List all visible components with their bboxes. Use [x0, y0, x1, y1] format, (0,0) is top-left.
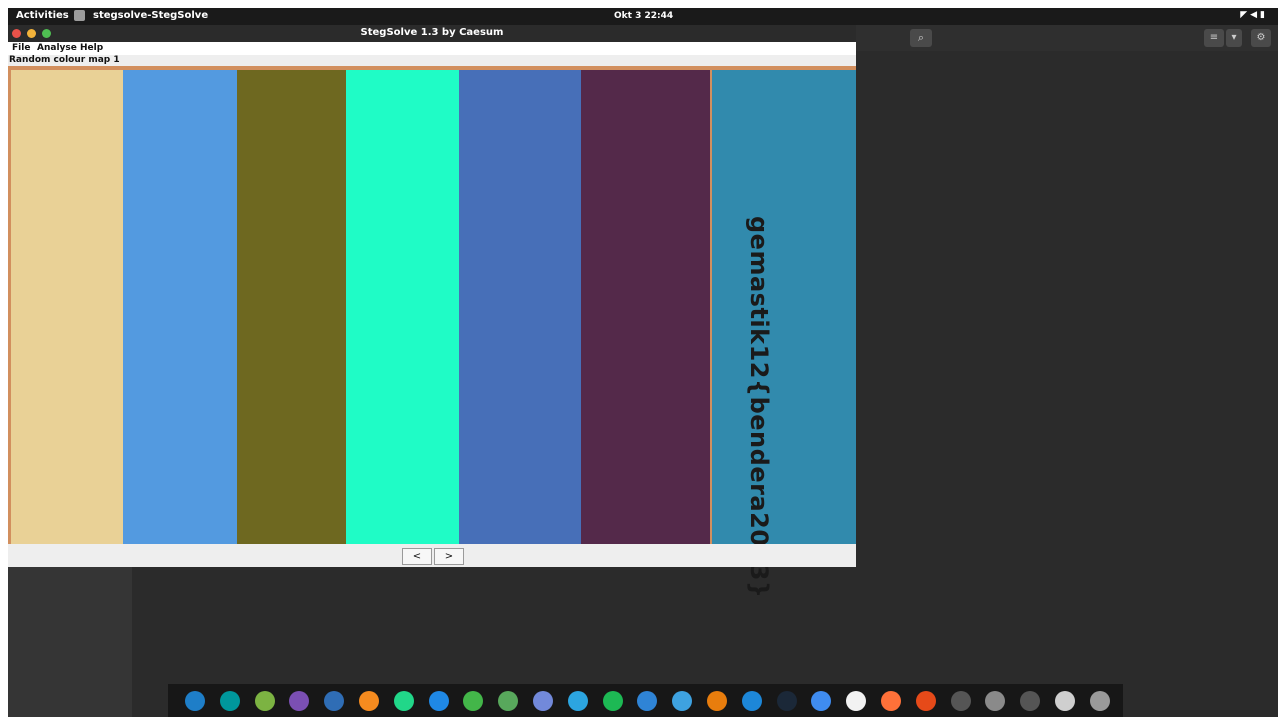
- search-icon[interactable]: ⌕: [910, 29, 932, 47]
- menu-help[interactable]: Help: [80, 43, 103, 53]
- volume-icon: ◀: [1250, 10, 1261, 20]
- stripe-1: [11, 70, 123, 544]
- github-icon[interactable]: [289, 691, 310, 711]
- spotify-icon[interactable]: [602, 691, 623, 711]
- amazon-icon[interactable]: [846, 691, 867, 711]
- steam-icon[interactable]: [776, 691, 797, 711]
- pycharm-icon[interactable]: [393, 691, 414, 711]
- battery-icon: ▮: [1260, 10, 1268, 20]
- stegsolve-window: StegSolve 1.3 by Caesum File Analyse Hel…: [8, 25, 856, 599]
- vscode-icon[interactable]: [428, 691, 449, 711]
- stripe-5: [459, 70, 581, 544]
- system-tray[interactable]: ◤◀▮: [1240, 10, 1268, 20]
- blender-icon[interactable]: [707, 691, 727, 711]
- app-center-icon[interactable]: [811, 691, 832, 711]
- window-title: StegSolve 1.3 by Caesum: [360, 27, 504, 38]
- wifi-icon: ◤: [1240, 10, 1251, 20]
- browser-icon[interactable]: [672, 691, 693, 711]
- rocket-icon[interactable]: [1089, 691, 1110, 711]
- cube-icon[interactable]: [741, 691, 762, 711]
- stegsolve-icon[interactable]: [1055, 691, 1075, 711]
- hamburger-icon[interactable]: ≡: [1204, 29, 1224, 47]
- stripe-7: [712, 70, 856, 544]
- app-menu[interactable]: stegsolve-StegSolve: [93, 10, 208, 21]
- android-studio-icon[interactable]: [254, 691, 275, 711]
- desktop: Activities stegsolve-StegSolve Okt 3 22:…: [8, 8, 1278, 717]
- gear-icon[interactable]: ⚙: [1251, 29, 1271, 47]
- telegram-icon[interactable]: [567, 691, 588, 711]
- previous-button[interactable]: <: [402, 548, 432, 565]
- sublime-icon[interactable]: [359, 691, 379, 711]
- terminal-2-icon[interactable]: [1020, 691, 1041, 711]
- image-viewer-icon[interactable]: [498, 691, 519, 711]
- stegsolve-app-icon: [74, 10, 85, 21]
- terminal-icon[interactable]: [950, 691, 971, 711]
- stripe-3: [237, 70, 346, 544]
- stripe-2: [123, 70, 237, 544]
- firefox-icon[interactable]: [881, 691, 901, 711]
- menu-bar: File Analyse Help: [8, 42, 856, 55]
- next-button[interactable]: >: [434, 548, 464, 565]
- navigation-bar: < >: [8, 544, 856, 567]
- chrome-icon[interactable]: [915, 691, 936, 711]
- hidden-flag-text: gemastik12{bendera2013}: [745, 216, 773, 599]
- wireshark-icon[interactable]: [185, 691, 205, 711]
- menu-file[interactable]: File: [12, 43, 30, 53]
- stripe-6: [581, 70, 710, 544]
- colour-map-label: Random colour map 1: [9, 55, 120, 65]
- stripe-4: [346, 70, 459, 544]
- top-bar: Activities stegsolve-StegSolve Okt 3 22:…: [8, 8, 1278, 25]
- arduino-icon[interactable]: [219, 691, 240, 711]
- android-icon[interactable]: [463, 691, 484, 711]
- discord-icon[interactable]: [533, 691, 553, 711]
- menu-analyse[interactable]: Analyse: [37, 43, 77, 53]
- dock: [168, 684, 1123, 717]
- activities-button[interactable]: Activities: [16, 10, 69, 21]
- virtualbox-icon[interactable]: [324, 691, 345, 711]
- clock[interactable]: Okt 3 22:44: [614, 11, 673, 21]
- window-titlebar[interactable]: StegSolve 1.3 by Caesum: [8, 25, 856, 42]
- files-icon[interactable]: [985, 691, 1006, 711]
- chevron-down-icon[interactable]: ▾: [1226, 29, 1242, 47]
- earth-icon[interactable]: [637, 691, 658, 711]
- image-view: gemastik12{bendera2013}: [8, 66, 856, 599]
